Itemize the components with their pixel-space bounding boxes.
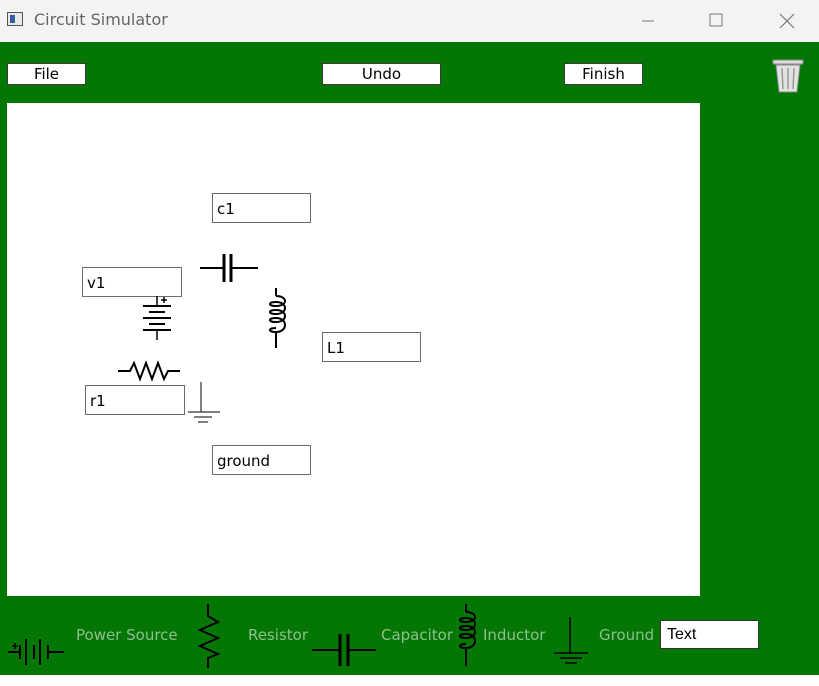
capacitor-icon[interactable] bbox=[198, 250, 260, 288]
palette-label-capacitor: Capacitor bbox=[381, 626, 454, 644]
label-L1[interactable]: L1 bbox=[322, 332, 421, 362]
title-bar: Circuit Simulator bbox=[0, 0, 819, 42]
label-v1[interactable]: v1 bbox=[82, 267, 182, 297]
trash-icon[interactable] bbox=[770, 56, 806, 96]
palette-label-ground: Ground bbox=[599, 626, 655, 644]
inductor-icon[interactable] bbox=[266, 288, 290, 350]
maximize-icon[interactable] bbox=[693, 6, 739, 36]
file-button[interactable]: File bbox=[7, 63, 86, 85]
palette-power-source-icon[interactable] bbox=[8, 618, 68, 686]
palette-resistor-icon[interactable] bbox=[196, 602, 226, 670]
text-input[interactable]: Text bbox=[660, 620, 759, 649]
label-c1[interactable]: c1 bbox=[212, 193, 311, 223]
close-icon[interactable] bbox=[763, 6, 809, 36]
minimize-icon[interactable] bbox=[625, 6, 671, 36]
palette-capacitor-icon[interactable] bbox=[312, 616, 376, 684]
palette-label-power-source: Power Source bbox=[76, 626, 178, 644]
palette-label-inductor: Inductor bbox=[483, 626, 546, 644]
app-icon bbox=[7, 12, 23, 26]
palette-inductor-icon[interactable] bbox=[454, 602, 480, 670]
power-source-icon[interactable] bbox=[137, 296, 177, 344]
palette-ground-icon[interactable] bbox=[552, 608, 592, 676]
window-title: Circuit Simulator bbox=[34, 10, 168, 29]
palette-label-resistor: Resistor bbox=[248, 626, 308, 644]
resistor-icon[interactable] bbox=[118, 360, 180, 382]
label-r1[interactable]: r1 bbox=[85, 385, 185, 415]
ground-icon[interactable] bbox=[184, 382, 222, 426]
undo-button[interactable]: Undo bbox=[322, 63, 441, 85]
finish-button[interactable]: Finish bbox=[564, 63, 643, 85]
label-ground[interactable]: ground bbox=[212, 445, 311, 475]
